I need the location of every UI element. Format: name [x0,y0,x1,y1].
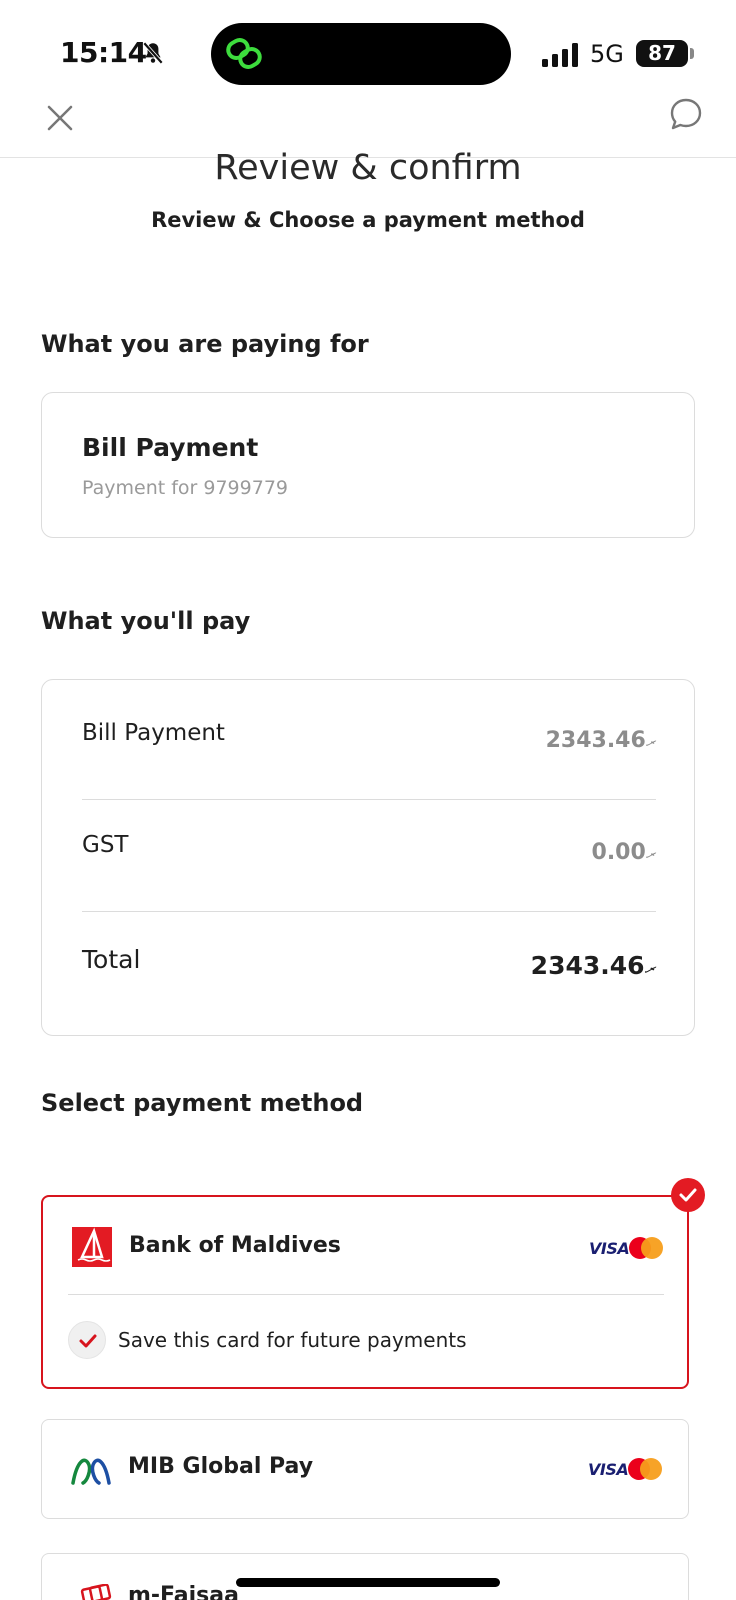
summary-row-value: ރ2343.46 [546,728,656,753]
bank-of-maldives-logo [72,1227,112,1267]
visa-icon: VISA [589,1239,630,1258]
summary-row-total: Total ރ2343.46 [82,911,656,1025]
payment-option-name: MIB Global Pay [128,1454,314,1479]
check-icon [79,1334,97,1348]
chat-icon[interactable] [668,96,704,132]
battery-tip [690,48,694,59]
m-faisaa-logo [80,1584,112,1600]
payment-option-divider [68,1294,664,1295]
payment-option-bank-of-maldives[interactable]: Bank of Maldives VISA Save this card for… [41,1195,689,1389]
summary-row-value: ރ0.00 [592,840,656,865]
link-activity-icon [226,38,262,69]
save-card-checkbox[interactable] [68,1321,106,1359]
payment-method-heading: Select payment method [41,1089,364,1117]
silent-bell-icon [142,41,164,65]
page-title: Review & confirm [214,148,522,188]
mib-logo [71,1458,111,1485]
dynamic-island [211,23,511,85]
summary-row: GST ރ0.00 [82,799,656,913]
payment-option-mib-global-pay[interactable]: MIB Global Pay VISA [41,1419,689,1519]
status-time: 15:14 [60,36,147,69]
status-bar: 15:14 5G 87 [0,0,736,90]
payment-option-m-faisaa[interactable]: m-Faisaa [41,1553,689,1600]
summary-row-label: GST [82,832,129,858]
paying-for-description: Payment for 9799779 [82,477,289,499]
home-indicator[interactable] [236,1578,500,1587]
page-subtitle: Review & Choose a payment method [151,208,585,232]
payment-option-name: m-Faisaa [128,1583,239,1600]
paying-for-card: Bill Payment Payment for 9799779 [41,392,695,538]
paying-for-title: Bill Payment [82,433,259,462]
signal-icon [542,43,578,67]
payment-option-name: Bank of Maldives [129,1233,341,1258]
summary-total-label: Total [82,945,141,974]
amount: 2343.46 [530,951,645,980]
currency-symbol: ރ [645,733,655,751]
pay-summary-card: Bill Payment ރ2343.46 GST ރ0.00 Total ރ2… [41,679,695,1036]
summary-row: Bill Payment ރ2343.46 [82,680,656,794]
battery-level: 87 [648,41,676,65]
battery-icon: 87 [636,40,688,67]
mastercard-icon [628,1458,662,1480]
pay-summary-heading: What you'll pay [41,607,251,635]
selected-check-icon [671,1178,705,1212]
amount: 0.00 [591,840,646,865]
summary-row-label: Bill Payment [82,720,225,746]
mastercard-icon [629,1237,663,1259]
network-type: 5G [590,40,624,68]
currency-symbol: ރ [644,959,655,979]
close-icon[interactable] [44,102,76,134]
currency-symbol: ރ [645,845,655,863]
visa-icon: VISA [588,1460,629,1479]
save-card-label: Save this card for future payments [118,1328,467,1352]
summary-total-value: ރ2343.46 [531,951,656,980]
amount: 2343.46 [545,728,646,753]
paying-for-heading: What you are paying for [41,330,369,358]
